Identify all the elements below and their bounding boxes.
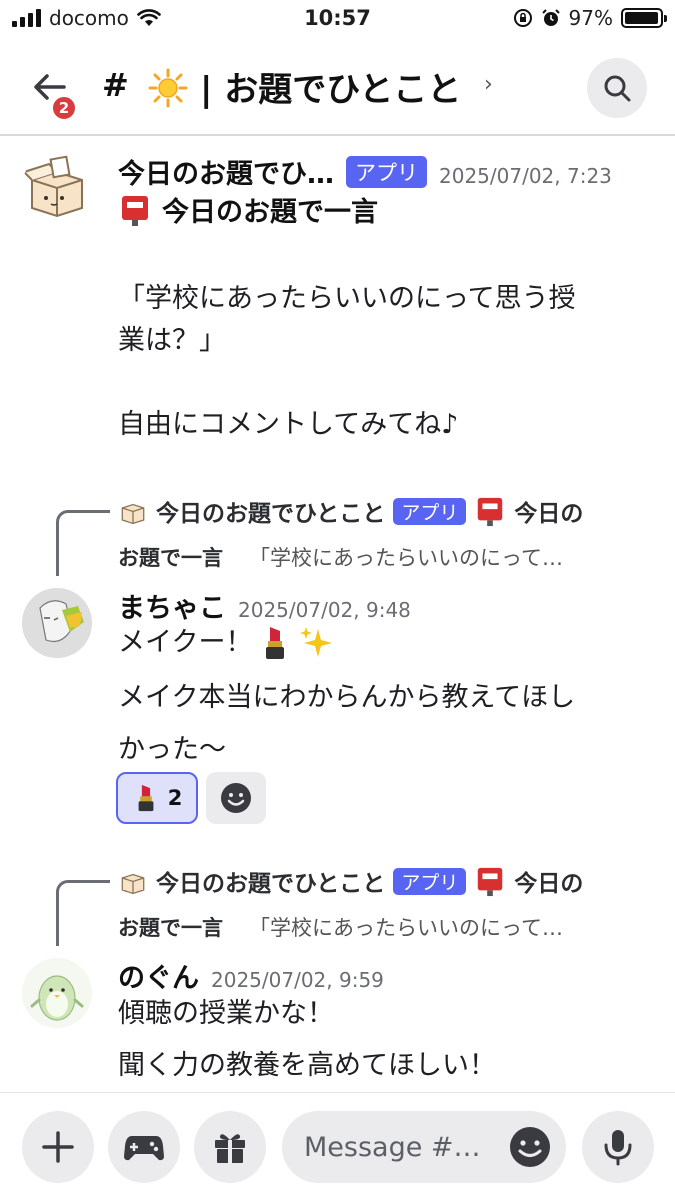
gamepad-icon [124, 1136, 164, 1161]
message-body: 傾聴の授業かな！ 聞く力の教養を高めてほしい！ [118, 998, 496, 1081]
reply-preview-line2[interactable]: お題で一言 「学校にあったらいいのにって… [118, 912, 563, 942]
sun-icon [148, 68, 188, 108]
search-button[interactable] [587, 58, 647, 118]
message-title-text: 今日のお題で一言 [162, 197, 378, 228]
reply-preview-line2[interactable]: お題で一言 「学校にあったらいいのにって… [118, 542, 563, 572]
box-avatar-icon [22, 155, 83, 218]
message-bot-topic: 今日のお題でひ… アプリ 2025/07/02, 7:23 今日のお題で一言 「… [0, 140, 675, 480]
message-line-1-text: メイクー！ [118, 627, 253, 658]
message-input-wrapper[interactable] [282, 1111, 566, 1183]
reply-connector [56, 880, 110, 946]
reply-app-tag: アプリ [393, 497, 467, 525]
reply-excerpt: 「学校にあったらいいのにって… [249, 916, 563, 940]
timestamp: 2025/07/02, 9:48 [238, 598, 411, 622]
sparkles-icon [300, 627, 333, 657]
message-reply-1: 今日のお題でひとこと アプリ 今日の お題で一言 「学校にあったらいいのにって…… [0, 490, 675, 830]
activities-button[interactable] [108, 1111, 180, 1183]
battery-percent: 97% [568, 6, 613, 30]
channel-header: 2 # | お題でひとこと › [0, 40, 675, 136]
lipstick-icon [138, 784, 154, 812]
unread-badge: 2 [50, 94, 78, 122]
voice-button[interactable] [582, 1111, 654, 1183]
box-avatar-icon [121, 503, 145, 525]
reaction-count: 2 [167, 786, 183, 810]
reply-preview[interactable]: 今日のお題でひとこと アプリ 今日の [118, 864, 583, 898]
message-input[interactable] [304, 1127, 514, 1167]
orientation-lock-icon [513, 9, 532, 27]
chevron-right-icon[interactable]: › [484, 72, 493, 97]
author-line: 今日のお題でひ… アプリ 2025/07/02, 7:23 [118, 152, 612, 191]
reaction-lipstick[interactable]: 2 [116, 772, 198, 824]
avatar[interactable] [22, 588, 92, 658]
reply-title-end: お題で一言 [118, 546, 223, 570]
reply-author: 今日のお題でひとこと [156, 871, 386, 897]
author-name[interactable]: まちゃこ [118, 586, 226, 625]
reply-title-start: 今日の [514, 871, 584, 897]
back-button[interactable]: 2 [28, 66, 78, 122]
alarm-icon [541, 9, 560, 26]
app-tag: アプリ [346, 155, 427, 188]
attach-button[interactable] [22, 1111, 94, 1183]
composer-bar [0, 1092, 675, 1200]
message-line-1: メイクー！ [118, 622, 334, 664]
channel-hash: # [102, 66, 129, 104]
box-avatar-icon [121, 873, 145, 895]
reply-title-end: お題で一言 [118, 916, 223, 940]
reply-preview[interactable]: 今日のお題でひとこと アプリ 今日の [118, 494, 583, 528]
search-icon [604, 75, 631, 102]
postbox-icon [478, 497, 503, 527]
gift-icon [215, 1134, 245, 1163]
emoji-icon[interactable] [508, 1125, 552, 1169]
microphone-icon [604, 1130, 632, 1166]
add-reaction-button[interactable] [206, 772, 266, 824]
avatar[interactable] [22, 152, 92, 222]
author-name[interactable]: 今日のお題でひ… [118, 152, 334, 191]
penguin-avatar-icon [22, 958, 92, 1028]
reply-title-start: 今日の [514, 501, 584, 527]
message-body: 「学校にあったらいいのにって思う授 業は？」 自由にコメントしてみてね♪ [118, 283, 576, 440]
message-reply-2: 今日のお題でひとこと アプリ 今日の お題で一言 「学校にあったらいいのにって…… [0, 860, 675, 1090]
channel-title[interactable]: | お題でひとこと [200, 62, 461, 111]
reply-app-tag: アプリ [393, 867, 467, 895]
reply-connector [56, 510, 110, 576]
status-bar: docomo 10:57 97% [0, 0, 675, 38]
message-body: メイク本当にわからんから教えてほし かった〜 [118, 682, 576, 765]
smiley-icon [221, 783, 251, 813]
status-right: 97% [513, 6, 667, 30]
timestamp: 2025/07/02, 7:23 [439, 164, 612, 188]
lipstick-icon [266, 627, 285, 659]
gift-button[interactable] [194, 1111, 266, 1183]
reply-excerpt: 「学校にあったらいいのにって… [249, 546, 563, 570]
battery-icon [621, 8, 667, 28]
plus-icon [42, 1131, 74, 1163]
user-avatar-icon [22, 588, 92, 658]
postbox-icon [122, 195, 148, 226]
avatar[interactable] [22, 958, 92, 1028]
message-title: 今日のお題で一言 [118, 190, 378, 229]
reply-author: 今日のお題でひとこと [156, 501, 386, 527]
postbox-icon [478, 867, 503, 897]
author-line: まちゃこ 2025/07/02, 9:48 [118, 586, 411, 625]
battery-fill [625, 12, 658, 24]
